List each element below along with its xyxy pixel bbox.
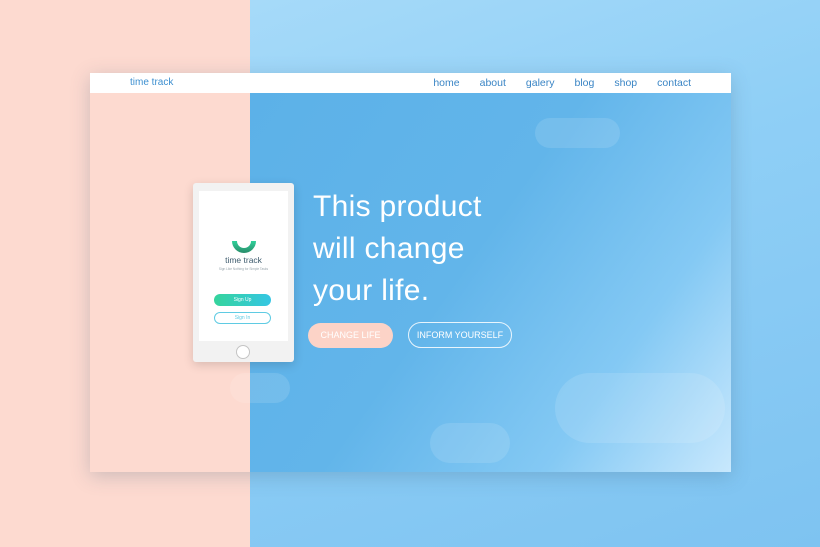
nav-item-shop[interactable]: shop [614,77,637,89]
cloud-shape [430,423,510,463]
hero-headline: This product will change your life. [313,186,553,312]
cloud-shape [535,118,620,148]
nav-item-blog[interactable]: blog [575,77,595,89]
app-tagline: Sign Like Nothing for Simple Tasks [218,267,269,271]
change-life-button[interactable]: CHANGE LIFE [308,323,393,348]
cloud-shape [555,373,725,443]
phone-screen: time track Sign Like Nothing for Simple … [199,191,288,341]
half-moon-logo-icon [232,241,256,253]
nav-item-galery[interactable]: galery [526,77,555,89]
top-navigation-bar: time track home about galery blog shop c… [90,73,731,93]
phone-mockup: time track Sign Like Nothing for Simple … [193,183,294,362]
phone-home-button [236,345,250,359]
brand-logo[interactable]: time track [130,77,173,88]
cloud-shape [230,373,290,403]
app-title: time track [225,255,262,265]
nav-item-home[interactable]: home [433,77,459,89]
sign-up-button[interactable]: Sign Up [214,294,271,306]
headline-line-1: This product [313,190,482,223]
sign-in-button[interactable]: Sign In [214,312,271,324]
headline-line-2: will change [313,232,465,265]
headline-line-3: your life. [313,274,430,307]
inform-yourself-button[interactable]: INFORM YOURSELF [408,322,512,348]
nav-item-about[interactable]: about [480,77,506,89]
nav-links: home about galery blog shop contact [433,77,691,89]
nav-item-contact[interactable]: contact [657,77,691,89]
website-mockup: time track home about galery blog shop c… [90,73,731,472]
